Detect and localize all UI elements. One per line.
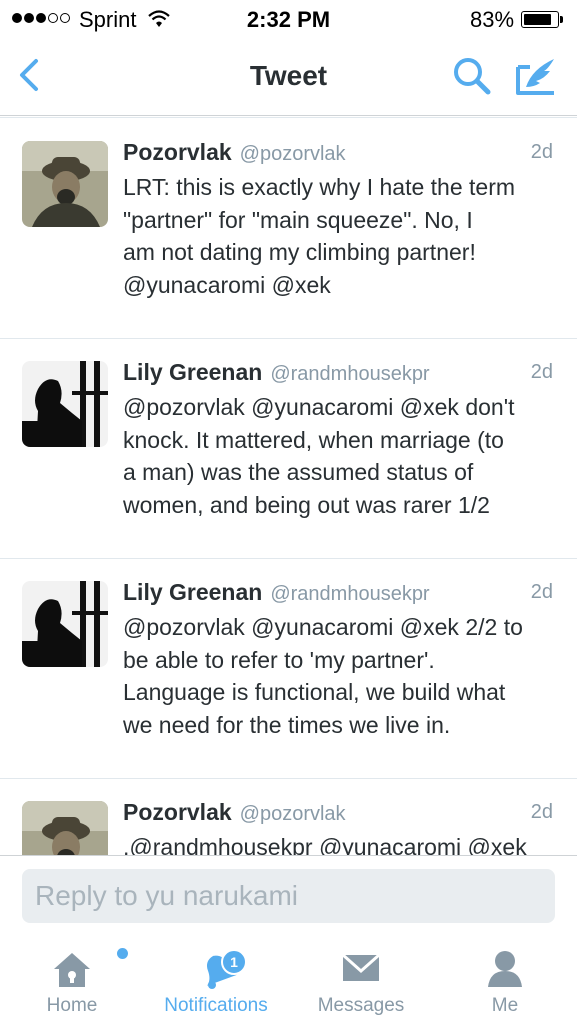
tab-label: Notifications — [164, 995, 268, 1016]
tweet-timestamp: 2d — [530, 581, 553, 603]
display-name[interactable]: Pozorvlak — [123, 139, 232, 165]
tab-home[interactable]: Home — [22, 935, 128, 1024]
tweet-timestamp: 2d — [530, 801, 553, 823]
search-icon[interactable] — [451, 55, 493, 97]
new-content-dot — [117, 948, 128, 959]
user-handle[interactable]: @randmhousekpr — [270, 363, 429, 385]
tweet-timestamp: 2d — [530, 361, 553, 383]
display-name[interactable]: Lily Greenan — [123, 359, 262, 385]
tweet-header: Pozorvlak @pozorvlak 2d — [123, 139, 553, 167]
compose-icon[interactable] — [514, 55, 558, 97]
avatar[interactable] — [22, 581, 108, 667]
tweet[interactable]: Pozorvlak @pozorvlak 2d .@randmhousekpr @… — [0, 779, 577, 855]
tweet-timestamp: 2d — [530, 141, 553, 163]
tweet[interactable]: Lily Greenan @randmhousekpr 2d @pozorvlak… — [0, 339, 577, 559]
avatar[interactable] — [22, 141, 108, 227]
avatar[interactable] — [22, 361, 108, 447]
user-handle[interactable]: @pozorvlak — [240, 803, 346, 825]
tweet-thread: Pozorvlak @pozorvlak 2d LRT: this is exac… — [0, 119, 577, 855]
user-handle[interactable]: @randmhousekpr — [270, 583, 429, 605]
tab-label: Me — [491, 995, 519, 1016]
tab-label: Messages — [317, 995, 405, 1016]
tweet-text: .@randmhousekpr @yunacaromi @xek — [123, 834, 527, 855]
display-name[interactable]: Pozorvlak — [123, 799, 232, 825]
person-icon — [488, 951, 522, 987]
tab-bar: Home 1 Notifications Messages Me — [0, 935, 577, 1024]
status-bar: Sprint 2:32 PM 83% — [0, 0, 577, 38]
tweet-header: Lily Greenan @randmhousekpr 2d — [123, 359, 553, 387]
battery-icon — [521, 11, 559, 28]
tweet-text: @pozorvlak @yunacaromi @xek don't knock.… — [123, 394, 515, 518]
tweet-header: Pozorvlak @pozorvlak 2d — [123, 799, 553, 827]
battery-percentage: 83% — [470, 7, 515, 32]
user-handle[interactable]: @pozorvlak — [240, 143, 346, 165]
home-icon — [54, 953, 90, 987]
battery-tip — [560, 16, 563, 23]
tweet-text: @pozorvlak @yunacaromi @xek 2/2 to be ab… — [123, 614, 523, 738]
divider — [0, 117, 577, 118]
tweet-text: LRT: this is exactly why I hate the term… — [123, 174, 516, 298]
tab-label: Home — [46, 995, 98, 1016]
navigation-bar: Tweet — [0, 38, 577, 116]
tab-messages[interactable]: Messages — [306, 935, 416, 1024]
avatar[interactable] — [22, 801, 108, 855]
notification-badge: 1 — [221, 949, 247, 975]
reply-input[interactable]: Reply to yu narukami — [22, 869, 555, 923]
reply-bar: Reply to yu narukami — [0, 855, 577, 935]
tab-notifications[interactable]: 1 Notifications — [156, 935, 276, 1024]
tweet[interactable]: Lily Greenan @randmhousekpr 2d @pozorvlak… — [0, 559, 577, 779]
envelope-icon — [342, 953, 380, 981]
tweet-header: Lily Greenan @randmhousekpr 2d — [123, 579, 553, 607]
display-name[interactable]: Lily Greenan — [123, 579, 262, 605]
tweet[interactable]: Pozorvlak @pozorvlak 2d LRT: this is exac… — [0, 119, 577, 339]
tab-me[interactable]: Me — [460, 935, 550, 1024]
